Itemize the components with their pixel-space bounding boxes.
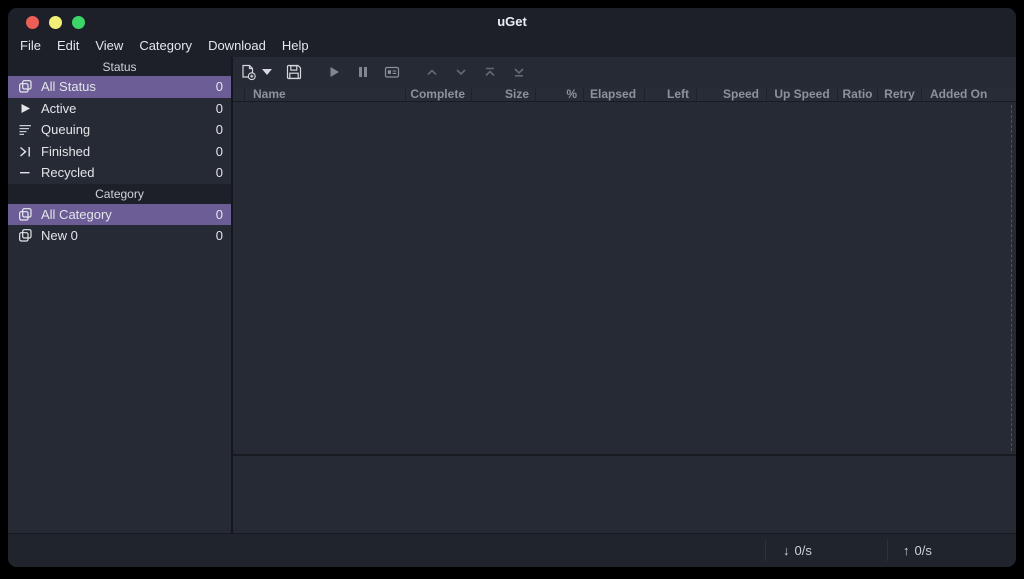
upload-speed-value: 0/s [914,543,932,558]
download-speed-value: 0/s [794,543,812,558]
move-top-icon [482,64,498,80]
column-header-up-speed[interactable]: Up Speed [767,87,838,101]
save-icon [286,64,302,80]
column-header-elapsed[interactable]: Elapsed [584,87,645,101]
sidebar-empty-area [8,246,231,533]
start-button[interactable] [323,61,345,83]
queue-lines-icon [18,122,33,137]
sidebar-item-label: Finished [41,143,91,159]
minus-icon [18,165,33,180]
column-header-name[interactable]: Name [245,87,406,101]
column-header-blank[interactable] [233,87,245,101]
download-speed-indicator: ↓ 0/s [783,534,812,567]
statusbar: ↓ 0/s ↑ 0/s [8,533,1016,567]
sidebar-item-label: Queuing [41,122,91,138]
sidebar-item-count: 0 [215,100,223,116]
upload-arrow-icon: ↑ [903,543,910,558]
menu-file[interactable]: File [12,35,49,56]
column-header-added-on[interactable]: Added On [922,87,1016,101]
menu-view[interactable]: View [87,35,131,56]
new-download-menu-button[interactable] [259,61,275,83]
upload-speed-indicator: ↑ 0/s [903,534,932,567]
sidebar-item-count: 0 [215,228,223,244]
sidebar-item-label: Recycled [41,165,95,181]
column-header-ratio[interactable]: Ratio [838,87,878,101]
move-down-icon [453,64,469,80]
save-button[interactable] [283,61,305,83]
new-dropdown-caret-icon [262,69,272,75]
sidebar-item-new-0[interactable]: New 0 0 [8,225,231,247]
window-title: uGet [497,14,527,29]
play-icon [18,101,33,116]
sidebar-item-label: All Status [41,79,96,95]
sidebar-item-label: New 0 [41,228,78,244]
stack-icon [18,207,33,222]
stack-icon [18,228,33,243]
menu-category[interactable]: Category [131,35,200,56]
sidebar: Status All Status 0 Active 0 Queuing 0 F… [8,57,233,533]
detail-pane [233,456,1016,533]
menu-download[interactable]: Download [200,35,274,56]
menu-help[interactable]: Help [274,35,317,56]
new-download-icon [240,64,257,81]
sidebar-item-queuing[interactable]: Queuing 0 [8,119,231,141]
sidebar-item-label: All Category [41,206,112,222]
category-section-header: Category [8,183,231,204]
download-arrow-icon: ↓ [783,543,790,558]
sidebar-item-all-status[interactable]: All Status 0 [8,76,231,98]
scrollbar[interactable] [1011,105,1012,451]
start-icon [326,64,342,80]
sidebar-item-label: Active [41,100,77,116]
column-header-complete[interactable]: Complete [406,87,472,101]
main-panel: Name Complete Size % Elapsed Left Speed … [233,57,1016,533]
status-section-header: Status [8,57,231,76]
move-up-icon [424,64,440,80]
column-header-speed[interactable]: Speed [697,87,767,101]
sidebar-item-count: 0 [215,122,223,138]
column-header-size[interactable]: Size [472,87,536,101]
move-up-button[interactable] [421,61,443,83]
new-download-button[interactable] [237,61,259,83]
sidebar-item-finished[interactable]: Finished 0 [8,141,231,163]
sidebar-item-recycled[interactable]: Recycled 0 [8,162,231,184]
column-header-left[interactable]: Left [645,87,697,101]
skip-to-end-icon [18,144,33,159]
download-table-header: Name Complete Size % Elapsed Left Speed … [233,87,1016,102]
menubar: File Edit View Category Download Help [8,34,1016,57]
sidebar-item-active[interactable]: Active 0 [8,98,231,120]
pause-icon [355,64,371,80]
titlebar: uGet [8,8,1016,34]
sidebar-item-count: 0 [215,143,223,159]
move-top-button[interactable] [479,61,501,83]
move-bottom-button[interactable] [508,61,530,83]
properties-button[interactable] [381,61,403,83]
stack-icon [18,79,33,94]
statusbar-separator [765,540,766,561]
column-header-retry[interactable]: Retry [878,87,922,101]
column-header-percent[interactable]: % [536,87,584,101]
move-bottom-icon [511,64,527,80]
menu-edit[interactable]: Edit [49,35,87,56]
download-list[interactable] [233,102,1016,454]
uget-window: uGet File Edit View Category Download He… [8,8,1016,567]
sidebar-item-count: 0 [215,79,223,95]
toolbar [233,57,1016,87]
sidebar-item-all-category[interactable]: All Category 0 [8,203,231,225]
statusbar-separator [887,540,888,561]
pause-button[interactable] [352,61,374,83]
move-down-button[interactable] [450,61,472,83]
sidebar-item-count: 0 [215,206,223,222]
properties-icon [384,64,400,80]
sidebar-item-count: 0 [215,165,223,181]
